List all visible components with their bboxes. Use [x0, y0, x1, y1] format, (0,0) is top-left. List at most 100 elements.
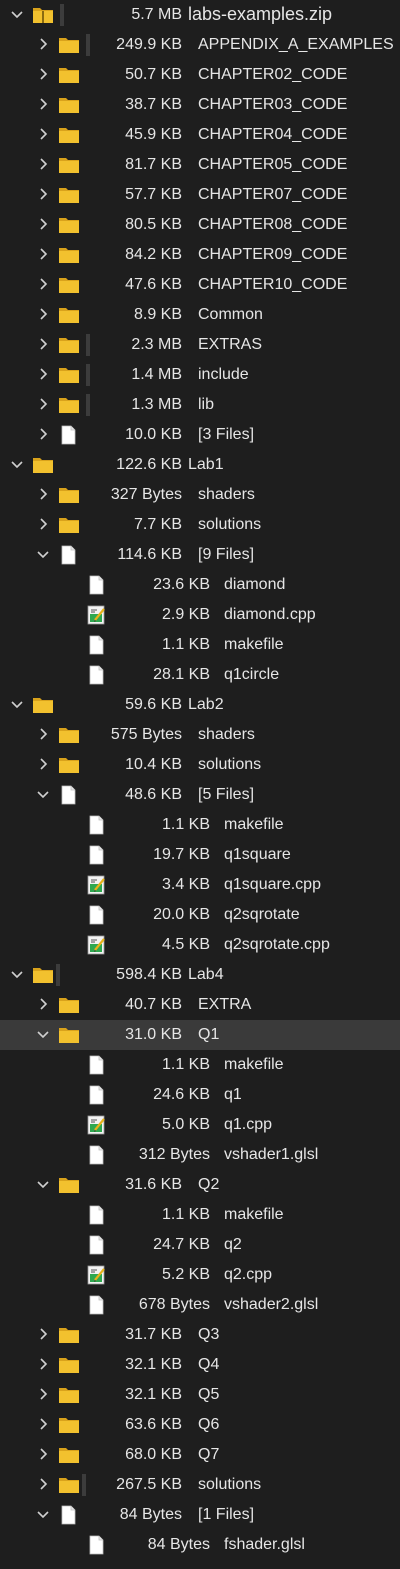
tree-folder-row[interactable]: 1.3 MB lib	[0, 390, 400, 420]
tree-folder-row[interactable]: 8.9 KB Common	[0, 300, 400, 330]
tree-files-group-row[interactable]: 10.0 KB [3 Files]	[0, 420, 400, 450]
tree-folder-row[interactable]: 31.0 KB Q1	[0, 1020, 400, 1050]
chevron-right-icon[interactable]	[36, 97, 50, 111]
item-name: include	[198, 366, 249, 383]
chevron-right-icon[interactable]	[36, 397, 50, 411]
chevron-down-icon[interactable]	[36, 1507, 50, 1521]
item-size: 5.0 KB	[161, 1116, 210, 1133]
tree-file-row[interactable]: 24.7 KB q2	[0, 1230, 400, 1260]
tree-folder-row[interactable]: 84.2 KB CHAPTER09_CODE	[0, 240, 400, 270]
tree-files-group-row[interactable]: 48.6 KB [5 Files]	[0, 780, 400, 810]
tree-folder-row[interactable]: 68.0 KB Q7	[0, 1440, 400, 1470]
chevron-right-icon[interactable]	[36, 187, 50, 201]
tree-folder-row[interactable]: 38.7 KB CHAPTER03_CODE	[0, 90, 400, 120]
chevron-down-icon[interactable]	[10, 697, 24, 711]
tree-file-row[interactable]: 4.5 KB q2sqrotate.cpp	[0, 930, 400, 960]
tree-folder-row[interactable]: 31.7 KB Q3	[0, 1320, 400, 1350]
tree-folder-row[interactable]: 327 Bytes shaders	[0, 480, 400, 510]
chevron-right-icon[interactable]	[36, 67, 50, 81]
item-size: 19.7 KB	[153, 846, 210, 863]
chevron-right-icon[interactable]	[36, 487, 50, 501]
tree-files-group-row[interactable]: 84 Bytes [1 Files]	[0, 1500, 400, 1530]
chevron-right-icon[interactable]	[36, 247, 50, 261]
tree-file-row[interactable]: 1.1 KB makefile	[0, 1050, 400, 1080]
tree-folder-row[interactable]: 63.6 KB Q6	[0, 1410, 400, 1440]
tree-folder-row[interactable]: 598.4 KB Lab4	[0, 960, 400, 990]
tree-files-group-row[interactable]: 114.6 KB [9 Files]	[0, 540, 400, 570]
chevron-right-icon[interactable]	[36, 1417, 50, 1431]
chevron-right-icon[interactable]	[36, 1357, 50, 1371]
chevron-down-icon[interactable]	[10, 7, 24, 21]
item-size: 1.1 KB	[161, 816, 210, 833]
chevron-right-icon[interactable]	[36, 127, 50, 141]
chevron-right-icon[interactable]	[36, 757, 50, 771]
chevron-down-icon[interactable]	[36, 1027, 50, 1041]
item-size: 24.6 KB	[153, 1086, 210, 1103]
chevron-right-icon[interactable]	[36, 727, 50, 741]
tree-folder-row[interactable]: 249.9 KB APPENDIX_A_EXAMPLES	[0, 30, 400, 60]
tree-file-row[interactable]: 24.6 KB q1	[0, 1080, 400, 1110]
chevron-down-icon[interactable]	[36, 1177, 50, 1191]
folder-icon	[58, 725, 80, 745]
chevron-down-icon[interactable]	[10, 457, 24, 471]
chevron-right-icon[interactable]	[36, 1387, 50, 1401]
chevron-down-icon[interactable]	[36, 787, 50, 801]
tree-folder-row[interactable]: 80.5 KB CHAPTER08_CODE	[0, 210, 400, 240]
tree-folder-row[interactable]: 50.7 KB CHAPTER02_CODE	[0, 60, 400, 90]
chevron-right-icon[interactable]	[36, 157, 50, 171]
tree-folder-row[interactable]: 575 Bytes shaders	[0, 720, 400, 750]
chevron-right-icon[interactable]	[36, 1447, 50, 1461]
tree-file-row[interactable]: 23.6 KB diamond	[0, 570, 400, 600]
tree-file-row[interactable]: 312 Bytes vshader1.glsl	[0, 1140, 400, 1170]
item-size: 249.9 KB	[116, 36, 182, 53]
chevron-right-icon[interactable]	[36, 307, 50, 321]
tree-file-row[interactable]: 84 Bytes fshader.glsl	[0, 1530, 400, 1560]
chevron-right-icon[interactable]	[36, 1327, 50, 1341]
item-name: diamond.cpp	[224, 606, 316, 623]
chevron-right-icon[interactable]	[36, 337, 50, 351]
tree-file-row[interactable]: 1.1 KB makefile	[0, 630, 400, 660]
tree-folder-row[interactable]: 59.6 KB Lab2	[0, 690, 400, 720]
chevron-right-icon[interactable]	[36, 37, 50, 51]
tree-folder-row[interactable]: 267.5 KB solutions	[0, 1470, 400, 1500]
chevron-right-icon[interactable]	[36, 1477, 50, 1491]
tree-folder-row[interactable]: 2.3 MB EXTRAS	[0, 330, 400, 360]
item-name: solutions	[198, 756, 262, 773]
chevron-right-icon[interactable]	[36, 277, 50, 291]
tree-folder-row[interactable]: 31.6 KB Q2	[0, 1170, 400, 1200]
tree-file-row[interactable]: 20.0 KB q2sqrotate	[0, 900, 400, 930]
chevron-right-icon[interactable]	[36, 997, 50, 1011]
tree-folder-row[interactable]: 1.4 MB include	[0, 360, 400, 390]
chevron-right-icon[interactable]	[36, 367, 50, 381]
tree-folder-row[interactable]: 7.7 KB solutions	[0, 510, 400, 540]
chevron-right-icon[interactable]	[36, 217, 50, 231]
chevron-right-icon[interactable]	[36, 517, 50, 531]
tree-file-row[interactable]: 28.1 KB q1circle	[0, 660, 400, 690]
tree-file-row[interactable]: 19.7 KB q1square	[0, 840, 400, 870]
tree-folder-row[interactable]: 32.1 KB Q4	[0, 1350, 400, 1380]
tree-file-row[interactable]: 678 Bytes vshader2.glsl	[0, 1290, 400, 1320]
tree-file-row[interactable]: 5.2 KB q2.cpp	[0, 1260, 400, 1290]
item-name: makefile	[224, 816, 284, 833]
chevron-down-icon[interactable]	[36, 547, 50, 561]
item-size: 1.1 KB	[161, 636, 210, 653]
tree-folder-row[interactable]: 81.7 KB CHAPTER05_CODE	[0, 150, 400, 180]
size-bar-indicator	[56, 964, 60, 986]
tree-folder-row[interactable]: 40.7 KB EXTRA	[0, 990, 400, 1020]
tree-file-row[interactable]: 3.4 KB q1square.cpp	[0, 870, 400, 900]
tree-file-row[interactable]: 1.1 KB makefile	[0, 1200, 400, 1230]
size-bar-indicator	[82, 1474, 86, 1496]
tree-folder-row[interactable]: 45.9 KB CHAPTER04_CODE	[0, 120, 400, 150]
tree-file-row[interactable]: 1.1 KB makefile	[0, 810, 400, 840]
item-name: Lab4	[188, 966, 224, 983]
tree-folder-row[interactable]: 10.4 KB solutions	[0, 750, 400, 780]
chevron-down-icon[interactable]	[10, 967, 24, 981]
tree-file-row[interactable]: 5.0 KB q1.cpp	[0, 1110, 400, 1140]
tree-file-row[interactable]: 2.9 KB diamond.cpp	[0, 600, 400, 630]
chevron-right-icon[interactable]	[36, 427, 50, 441]
tree-folder-row[interactable]: 32.1 KB Q5	[0, 1380, 400, 1410]
tree-folder-row[interactable]: 122.6 KB Lab1	[0, 450, 400, 480]
tree-folder-row[interactable]: 47.6 KB CHAPTER10_CODE	[0, 270, 400, 300]
tree-folder-row[interactable]: 57.7 KB CHAPTER07_CODE	[0, 180, 400, 210]
file-icon	[58, 545, 80, 565]
